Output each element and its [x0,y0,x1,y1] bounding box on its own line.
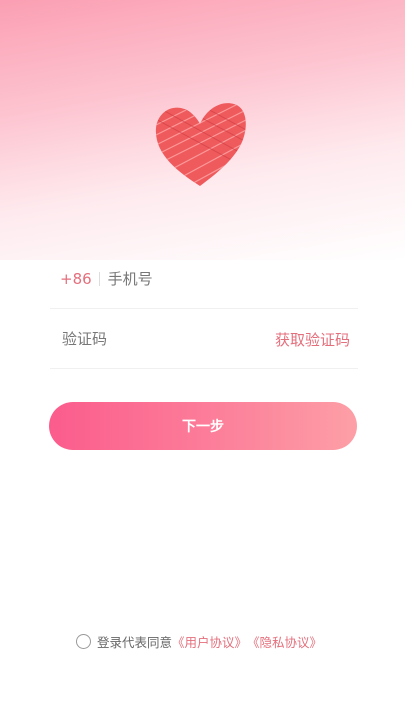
agreement-row: 登录代表同意 《用户协议》 《隐私协议》 [76,631,322,651]
next-button[interactable]: 下一步 [49,402,357,450]
heart-icon [155,103,246,186]
privacy-agreement-link[interactable]: 《隐私协议》 [247,632,322,651]
divider [98,272,100,286]
user-agreement-link[interactable]: 《用户协议》 [172,632,247,651]
get-code-button[interactable]: 获取验证码 [275,329,350,350]
agreement-checkbox[interactable] [76,633,91,649]
agreement-text: 登录代表同意 [97,634,173,650]
country-code[interactable]: +86 [60,270,92,288]
phone-input[interactable] [107,270,358,288]
code-row: 获取验证码 [50,310,358,369]
verification-code-input[interactable] [62,330,275,348]
phone-row: +86 [50,250,358,309]
